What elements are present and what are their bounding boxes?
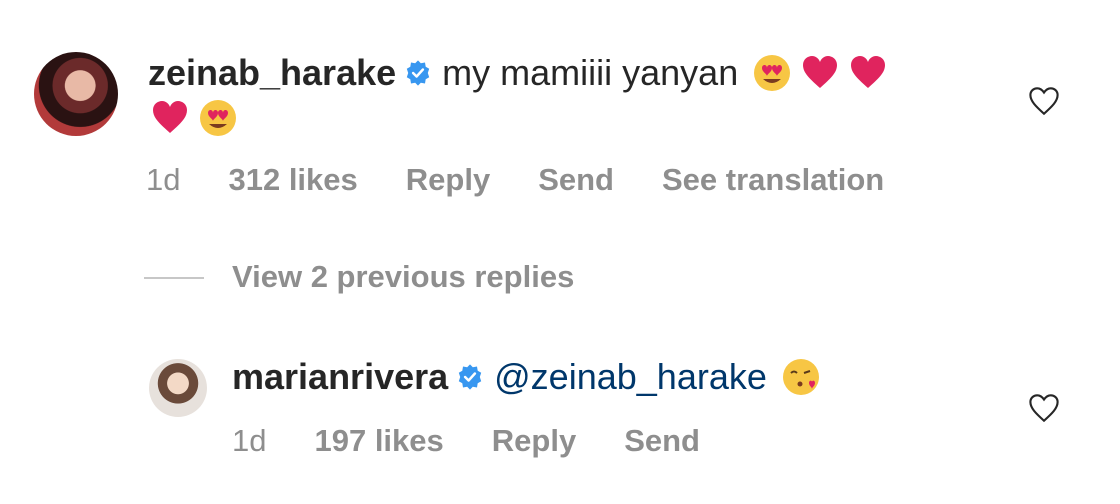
reply-button[interactable]: Reply (492, 423, 576, 459)
comment-line-2 (142, 98, 238, 138)
reply-line-1: marianrivera @zeinab_harake (232, 356, 821, 398)
likes-count[interactable]: 312 likes (228, 162, 357, 198)
avatar[interactable] (34, 52, 118, 136)
red-heart-icon (851, 56, 886, 88)
verified-badge-icon (406, 60, 430, 86)
like-heart-icon[interactable] (1027, 391, 1061, 425)
reply-username[interactable]: marianrivera (232, 356, 448, 398)
send-button[interactable]: Send (538, 162, 614, 198)
kissing-face-icon (782, 359, 819, 395)
verified-badge-icon (458, 364, 482, 390)
comment-username[interactable]: zeinab_harake (148, 52, 396, 94)
replies-divider (144, 277, 204, 279)
send-button[interactable]: Send (624, 423, 700, 459)
comment-actions: 1d 312 likes Reply Send See translation (146, 162, 932, 198)
reply-time: 1d (232, 423, 267, 458)
mention-link[interactable]: @zeinab_harake (494, 356, 767, 398)
see-translation-button[interactable]: See translation (662, 162, 884, 198)
red-heart-icon (803, 56, 838, 88)
red-heart-icon (153, 101, 187, 133)
view-previous-replies-button[interactable]: View 2 previous replies (232, 259, 574, 295)
likes-count[interactable]: 197 likes (314, 423, 443, 459)
reply-actions: 1d 197 likes Reply Send (232, 423, 748, 459)
heart-eyes-icon (754, 55, 791, 91)
heart-eyes-icon (200, 100, 236, 136)
comment-line-1: zeinab_harake my mamiiii yanyan (148, 52, 888, 94)
reply-button[interactable]: Reply (406, 162, 490, 198)
comment-time: 1d (146, 162, 181, 197)
like-heart-icon[interactable] (1027, 84, 1061, 118)
avatar[interactable] (149, 359, 207, 417)
comment-text: my mamiiii yanyan (442, 52, 739, 93)
